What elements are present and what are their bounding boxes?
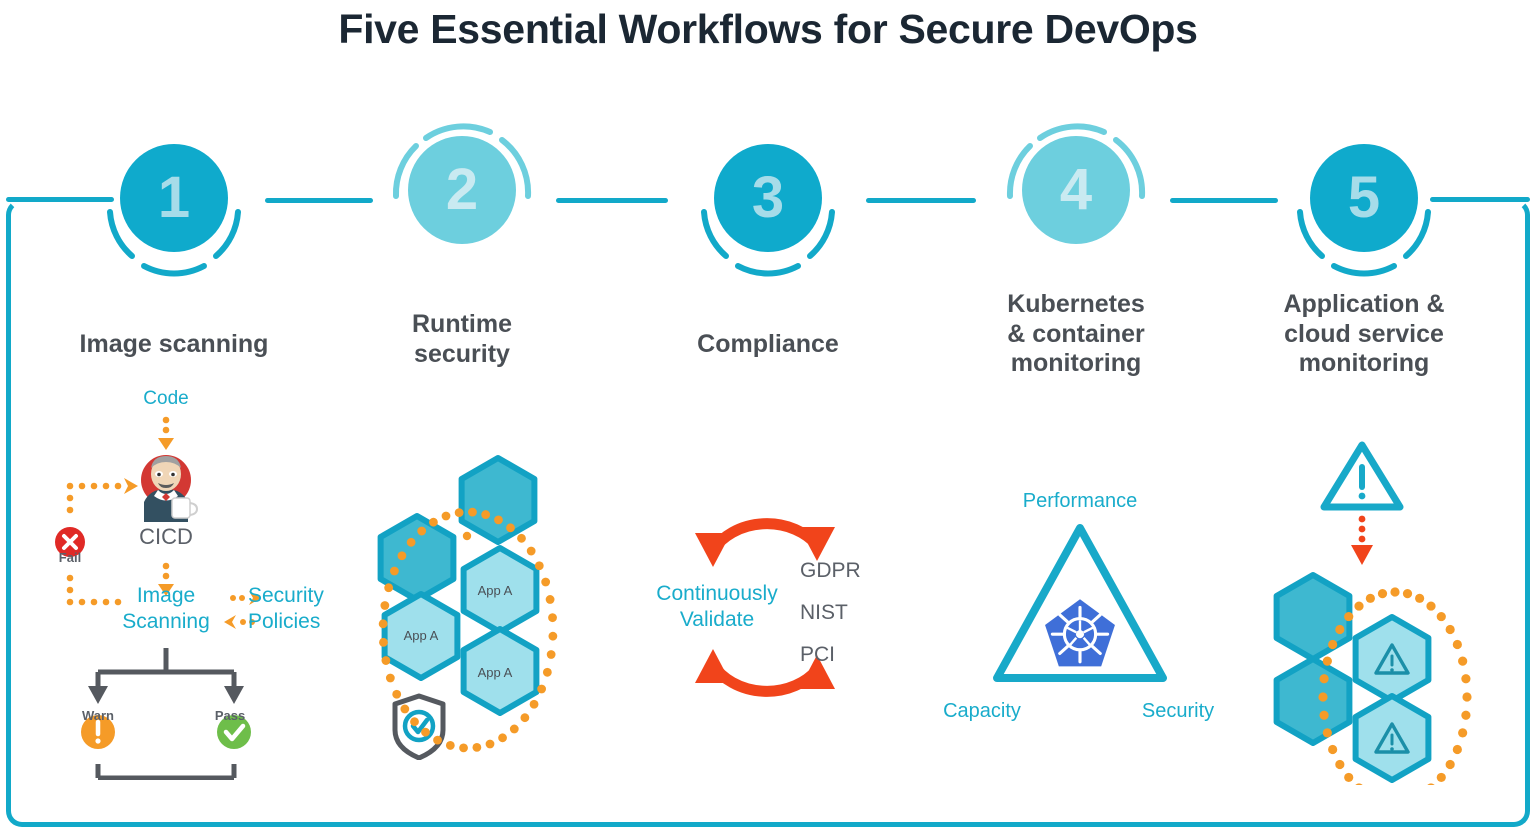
step-number-1: 1 xyxy=(157,165,191,230)
image-scanning-line2: Scanning xyxy=(122,609,210,633)
code-label: Code xyxy=(143,388,189,409)
step-heading-3: Compliance xyxy=(658,330,878,360)
step-circle-4[interactable]: 4 xyxy=(996,112,1156,272)
image-scanning-line1: Image xyxy=(136,584,196,607)
capacity-label: Capacity xyxy=(943,700,1021,722)
hexagon-dark-2 xyxy=(462,458,535,542)
hexagon-dark-5a xyxy=(1277,575,1350,659)
image-scanning-label: Image Scanning xyxy=(100,583,232,634)
performance-label: Performance xyxy=(1022,490,1138,512)
step-number-3: 3 xyxy=(751,165,785,230)
security-policies-label: Security Policies xyxy=(248,583,358,634)
connector-1-2 xyxy=(265,198,373,203)
hexagon-dark-5b xyxy=(1277,659,1350,743)
cicd-label: CICD xyxy=(139,524,193,549)
step-heading-5-line1: Application & xyxy=(1283,290,1445,318)
standard-nist: NIST xyxy=(800,601,848,624)
fail-label: Fail xyxy=(58,550,82,565)
security-label: Security xyxy=(1141,700,1215,722)
step-heading-4-line2: & container xyxy=(1007,319,1145,348)
orange-dotted-ring xyxy=(462,531,472,541)
connector-2-3 xyxy=(556,198,668,203)
frame-top-right-segment xyxy=(1430,197,1530,202)
continuously-validate-line2: Validate xyxy=(679,608,755,632)
step-circle-2-disc: 2 xyxy=(408,136,516,244)
connector-4-5 xyxy=(1170,198,1278,203)
compliance-standards-list: GDPR NIST PCI xyxy=(800,550,920,676)
step-heading-4-line1: Kubernetes xyxy=(1007,290,1145,318)
hexagon-label-app-a-3: App A xyxy=(477,665,513,680)
continuously-validate-label: Continuously Validate xyxy=(632,581,802,634)
step-circle-1-disc: 1 xyxy=(120,144,228,252)
step-heading-1-line1: Image scanning xyxy=(79,330,269,358)
step-circle-2[interactable]: 2 xyxy=(382,112,542,272)
jenkins-butler-icon xyxy=(141,455,199,522)
step-circle-3[interactable]: 3 xyxy=(688,120,848,280)
step-heading-2-line1: Runtime xyxy=(412,310,512,338)
step-heading-5-line3: monitoring xyxy=(1298,349,1430,377)
step-heading-4-line3: monitoring xyxy=(1010,349,1142,377)
step-number-5: 5 xyxy=(1347,165,1381,230)
step-heading-4: Kubernetes & container monitoring xyxy=(966,290,1186,379)
step-heading-3-line1: Compliance xyxy=(697,330,839,358)
column5-diagram xyxy=(1255,441,1472,785)
step-heading-5: Application & cloud service monitoring xyxy=(1254,290,1474,379)
column2-diagram xyxy=(355,440,605,760)
kubernetes-helm-icon xyxy=(1045,599,1115,667)
continuously-validate-line1: Continuously xyxy=(656,582,778,605)
infographic-canvas: Five Essential Workflows for Secure DevO… xyxy=(0,0,1536,839)
hexagon-alert-2 xyxy=(1356,696,1429,780)
step-heading-5-line2: cloud service xyxy=(1284,319,1444,348)
warning-triangle-icon xyxy=(1320,441,1404,511)
connector-3-4 xyxy=(866,198,976,203)
standard-pci: PCI xyxy=(800,643,836,666)
shield-check-icon xyxy=(392,693,446,760)
column4-diagram xyxy=(993,524,1167,682)
security-policies-line1: Security xyxy=(248,584,324,607)
step-circle-1[interactable]: 1 xyxy=(94,120,254,280)
step-heading-2-line2: security xyxy=(414,339,510,368)
security-policies-line2: Policies xyxy=(248,609,321,633)
step-number-2: 2 xyxy=(445,157,479,222)
step-circle-5-disc: 5 xyxy=(1310,144,1418,252)
hexagon-alert-1 xyxy=(1356,617,1429,701)
step-circle-5[interactable]: 5 xyxy=(1284,120,1444,280)
step-heading-1: Image scanning xyxy=(44,330,304,360)
red-dotted-down-arrow xyxy=(1351,515,1373,565)
step-heading-2: Runtime security xyxy=(352,310,572,369)
step-number-4: 4 xyxy=(1059,157,1093,222)
hexagon-dark-1 xyxy=(381,516,454,600)
step-circle-3-disc: 3 xyxy=(714,144,822,252)
pass-label: Pass xyxy=(214,708,246,723)
hexagon-label-app-a-2: App A xyxy=(403,628,439,643)
warn-label: Warn xyxy=(81,708,115,723)
page-title: Five Essential Workflows for Secure DevO… xyxy=(338,6,1198,52)
standard-gdpr: GDPR xyxy=(800,559,861,582)
step-circle-4-disc: 4 xyxy=(1022,136,1130,244)
hexagon-label-app-a-1: App A xyxy=(477,583,513,598)
